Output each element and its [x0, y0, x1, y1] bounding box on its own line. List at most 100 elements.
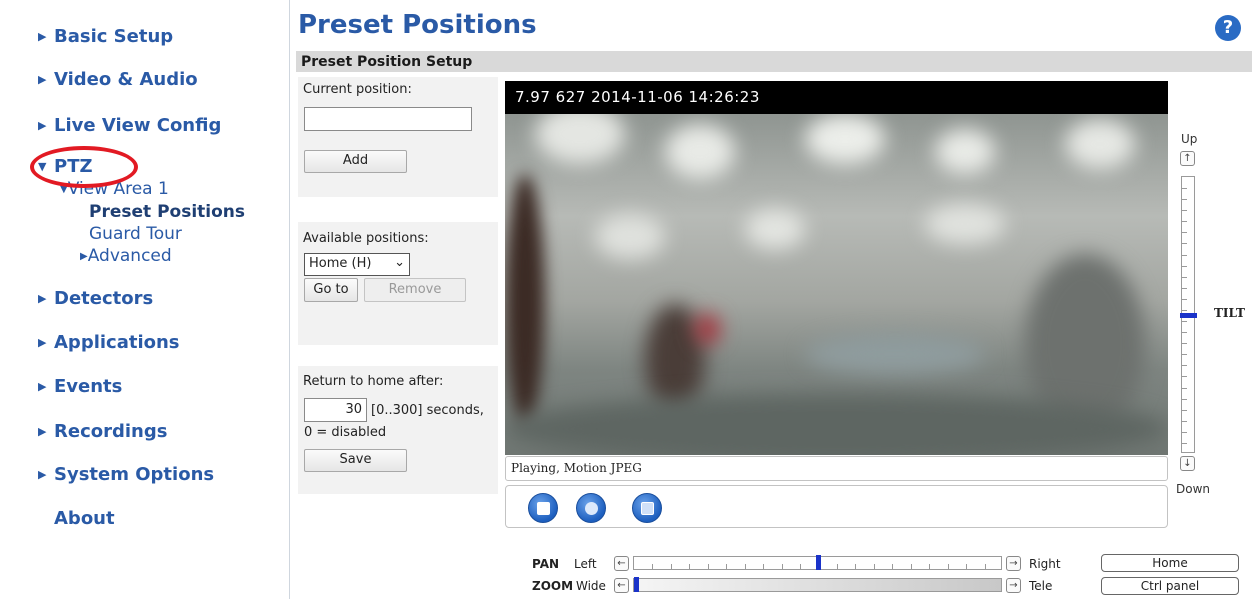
tilt-tick: [1182, 188, 1187, 189]
tilt-tick: [1182, 410, 1187, 411]
page-title: Preset Positions: [298, 10, 537, 40]
caret-right-icon: ▶: [38, 468, 47, 481]
nav-about[interactable]: About: [38, 508, 115, 529]
nav-basic-setup[interactable]: ▶ Basic Setup: [38, 26, 173, 47]
caret-down-icon: ▼: [60, 184, 68, 195]
tilt-down-arrow-icon[interactable]: ↓: [1180, 456, 1195, 471]
tilt-tick: [1182, 210, 1187, 211]
nav-detectors[interactable]: ▶ Detectors: [38, 288, 153, 309]
zoom-slider[interactable]: [633, 578, 1002, 592]
select-value: Home (H): [309, 256, 372, 271]
tilt-tick: [1182, 421, 1187, 422]
pan-tick: [929, 564, 930, 569]
nav-live-view-config[interactable]: ▶ Live View Config: [38, 115, 221, 136]
snapshot-camera-icon[interactable]: [576, 493, 606, 523]
tilt-tick: [1182, 332, 1187, 333]
nav-label: PTZ: [54, 156, 93, 177]
help-question-icon[interactable]: ?: [1215, 15, 1241, 41]
tilt-tick: [1182, 221, 1187, 222]
tilt-tick: [1182, 388, 1187, 389]
tilt-tick: [1182, 354, 1187, 355]
caret-down-icon: ▼: [38, 160, 47, 173]
add-button[interactable]: Add: [304, 150, 407, 173]
pan-tick: [652, 564, 653, 569]
nav-label: Applications: [54, 332, 180, 353]
tilt-tick: [1182, 365, 1187, 366]
tilt-tick: [1182, 399, 1187, 400]
zoom-out-arrow-icon[interactable]: ←: [614, 578, 629, 593]
ctrl-panel-button[interactable]: Ctrl panel: [1101, 577, 1239, 595]
tilt-up-arrow-icon[interactable]: ↑: [1180, 151, 1195, 166]
nav-label: Basic Setup: [54, 26, 174, 47]
caret-right-icon: ▶: [38, 425, 47, 438]
nav-recordings[interactable]: ▶ Recordings: [38, 421, 167, 442]
zoom-slider-handle[interactable]: [634, 577, 639, 592]
nav-advanced[interactable]: ▶Advanced: [80, 246, 172, 266]
tilt-tick: [1182, 443, 1187, 444]
tilt-tick: [1182, 255, 1187, 256]
pan-tick: [855, 564, 856, 569]
pan-left-label: Left: [574, 557, 597, 571]
caret-right-icon: ▶: [38, 292, 47, 305]
zoom-tele-label: Tele: [1029, 579, 1053, 593]
zoom-in-arrow-icon[interactable]: →: [1006, 578, 1021, 593]
tilt-slider-handle[interactable]: [1180, 313, 1197, 318]
caret-right-icon: ▶: [38, 73, 47, 86]
caret-right-icon: ▶: [38, 30, 47, 43]
section-header: Preset Position Setup: [296, 51, 1252, 72]
pan-tick: [837, 564, 838, 569]
zoom-label: ZOOM: [532, 579, 574, 593]
nav-system-options[interactable]: ▶ System Options: [38, 464, 214, 485]
goto-button[interactable]: Go to: [304, 278, 358, 302]
pan-tick: [745, 564, 746, 569]
available-positions-panel: Available positions: Home (H) ⌄ Go to Re…: [298, 222, 498, 345]
pan-left-arrow-icon[interactable]: ←: [614, 556, 629, 571]
fullscreen-icon[interactable]: [632, 493, 662, 523]
tilt-tick: [1182, 376, 1187, 377]
return-home-seconds-input[interactable]: 30: [304, 398, 367, 422]
current-position-input[interactable]: [304, 107, 472, 131]
current-position-label: Current position:: [303, 82, 412, 97]
sidebar: ▶ Basic Setup ▶ Video & Audio ▶ Live View C…: [0, 0, 290, 599]
available-positions-select[interactable]: Home (H) ⌄: [304, 253, 410, 276]
caret-right-icon: ▶: [38, 380, 47, 393]
return-home-range: [0..300] seconds,: [371, 403, 484, 418]
nav-ptz[interactable]: ▼ PTZ: [38, 156, 93, 177]
tilt-down-label: Down: [1176, 482, 1211, 496]
nav-preset-positions[interactable]: Preset Positions: [89, 202, 245, 222]
pan-tick: [966, 564, 967, 569]
nav-guard-tour[interactable]: Guard Tour: [89, 224, 182, 244]
nav-events[interactable]: ▶ Events: [38, 376, 122, 397]
tilt-tick: [1182, 277, 1187, 278]
nav-label: Recordings: [54, 421, 168, 442]
nav-view-area[interactable]: ▼View Area 1: [60, 179, 169, 199]
tilt-tick: [1182, 343, 1187, 344]
video-status: Playing, Motion JPEG: [505, 456, 1168, 481]
pan-tick: [763, 564, 764, 569]
pan-slider-handle[interactable]: [816, 555, 821, 570]
nav-label: About: [54, 508, 115, 529]
home-button[interactable]: Home: [1101, 554, 1239, 572]
nav-label: Detectors: [54, 288, 154, 309]
nav-applications[interactable]: ▶ Applications: [38, 332, 180, 353]
video-controls-bar: [505, 485, 1168, 528]
nav-label: View Area 1: [67, 179, 169, 199]
remove-button[interactable]: Remove: [364, 278, 466, 302]
stop-icon[interactable]: [528, 493, 558, 523]
pan-right-arrow-icon[interactable]: →: [1006, 556, 1021, 571]
chevron-down-icon: ⌄: [394, 255, 405, 270]
save-button[interactable]: Save: [304, 449, 407, 472]
pan-tick: [892, 564, 893, 569]
pan-tick: [782, 564, 783, 569]
nav-video-audio[interactable]: ▶ Video & Audio: [38, 69, 198, 90]
nav-label: Events: [54, 376, 123, 397]
camera-video-feed[interactable]: [505, 114, 1168, 455]
tilt-up-label: Up: [1181, 132, 1198, 146]
pan-tick: [726, 564, 727, 569]
nav-label: Video & Audio: [54, 69, 198, 90]
nav-label: Live View Config: [54, 115, 222, 136]
tilt-tick: [1182, 310, 1187, 311]
pan-right-label: Right: [1029, 557, 1061, 571]
pan-label: PAN: [532, 557, 560, 571]
zoom-wide-label: Wide: [576, 579, 606, 593]
